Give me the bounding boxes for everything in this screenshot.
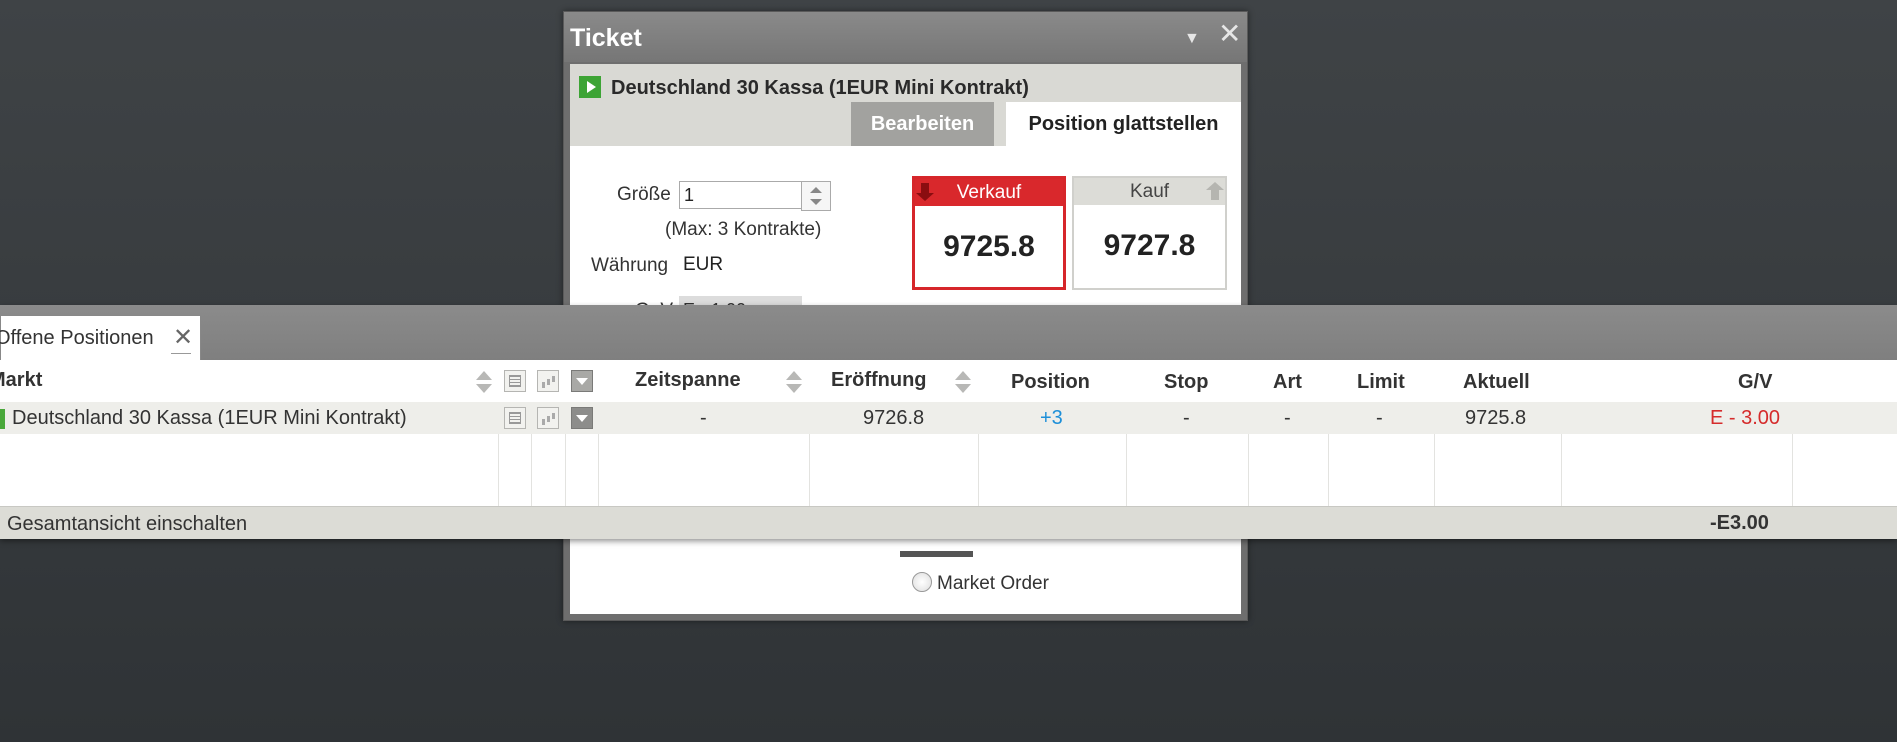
- currency-value: EUR: [683, 254, 724, 275]
- row-stop: -: [1183, 407, 1190, 429]
- positions-footer: Gesamtansicht einschalten -E3.00: [0, 506, 1897, 539]
- tab-close-position[interactable]: Position glattstellen: [1006, 102, 1241, 146]
- row-type: -: [1284, 407, 1291, 429]
- col-header-market[interactable]: Markt: [0, 369, 42, 392]
- market-order-radio[interactable]: [912, 572, 932, 592]
- total-pl: -E3.00: [1710, 512, 1769, 534]
- buy-button[interactable]: Kauf 9727.8: [1072, 176, 1227, 290]
- play-icon[interactable]: [579, 76, 601, 98]
- chevron-down-icon[interactable]: [571, 407, 593, 429]
- col-header-position[interactable]: Position: [1011, 371, 1090, 394]
- close-icon[interactable]: ✕: [1218, 20, 1241, 48]
- tab-open-positions-label: Offene Positionen: [0, 327, 154, 349]
- table-header: Markt Zeitspanne Eröffnung Position Stop…: [0, 360, 1897, 402]
- col-header-opening[interactable]: Eröffnung: [831, 369, 927, 392]
- sort-icon[interactable]: [955, 369, 971, 395]
- instrument-bar: Deutschland 30 Kassa (1EUR Mini Kontrakt…: [570, 64, 1241, 146]
- ticket-title: Ticket: [570, 24, 642, 52]
- toggle-total-view[interactable]: Gesamtansicht einschalten: [7, 513, 247, 536]
- instrument-name: Deutschland 30 Kassa (1EUR Mini Kontrakt…: [611, 77, 1029, 99]
- col-header-type[interactable]: Art: [1273, 371, 1302, 394]
- partially-hidden-control: [900, 551, 973, 557]
- table-row[interactable]: Deutschland 30 Kassa (1EUR Mini Kontrakt…: [0, 402, 1897, 434]
- row-limit: -: [1376, 407, 1383, 429]
- size-input[interactable]: 1: [679, 181, 805, 209]
- row-position-link[interactable]: +3: [1040, 407, 1063, 430]
- chart-icon[interactable]: [537, 370, 559, 392]
- col-header-timespan[interactable]: Zeitspanne: [635, 369, 741, 392]
- col-header-stop[interactable]: Stop: [1164, 371, 1208, 394]
- size-label: Größe: [617, 184, 671, 205]
- row-timespan: -: [700, 407, 707, 429]
- market-order-label: Market Order: [937, 573, 1049, 594]
- news-icon[interactable]: [504, 407, 526, 429]
- row-opening: 9726.8: [863, 407, 925, 429]
- currency-label: Währung: [591, 255, 669, 276]
- row-pl: E - 3.00: [1710, 407, 1781, 429]
- col-header-limit[interactable]: Limit: [1357, 371, 1405, 394]
- chart-icon[interactable]: [537, 407, 559, 429]
- sort-icon[interactable]: [476, 369, 492, 395]
- sort-icon[interactable]: [786, 369, 802, 395]
- buy-label: Kauf: [1129, 181, 1170, 202]
- col-header-current[interactable]: Aktuell: [1463, 371, 1530, 394]
- row-market[interactable]: Deutschland 30 Kassa (1EUR Mini Kontrakt…: [12, 407, 407, 430]
- arrow-down-icon: [916, 183, 934, 201]
- positions-tabbar: Offene Positionen ✕: [0, 305, 1897, 360]
- close-icon[interactable]: ✕: [170, 323, 193, 354]
- market-order-option[interactable]: Market Order: [912, 572, 1049, 595]
- news-icon[interactable]: [504, 370, 526, 392]
- tab-edit[interactable]: Bearbeiten: [851, 102, 994, 146]
- positions-table: Markt Zeitspanne Eröffnung Position Stop…: [0, 360, 1897, 506]
- arrow-up-icon: [1206, 182, 1224, 200]
- col-header-pl[interactable]: G/V: [1738, 371, 1772, 394]
- buy-price: 9727.8: [1103, 229, 1196, 262]
- ticket-titlebar[interactable]: Ticket ▼ ✕: [564, 12, 1247, 62]
- max-size-hint: (Max: 3 Kontrakte): [665, 219, 822, 240]
- chevron-down-icon[interactable]: [571, 370, 593, 392]
- sell-label: Verkauf: [956, 182, 1022, 203]
- sell-header: Verkauf: [915, 179, 1063, 206]
- sell-button[interactable]: Verkauf 9725.8: [912, 176, 1066, 290]
- tab-open-positions[interactable]: Offene Positionen ✕: [0, 315, 201, 360]
- instrument-status-indicator: [0, 409, 5, 429]
- row-current: 9725.8: [1465, 407, 1527, 429]
- stepper-down-icon[interactable]: [810, 199, 822, 205]
- stepper-up-icon[interactable]: [810, 187, 822, 193]
- dropdown-icon[interactable]: ▼: [1184, 26, 1200, 52]
- buy-header: Kauf: [1074, 178, 1225, 205]
- sell-price: 9725.8: [943, 230, 1035, 263]
- open-positions-panel: Offene Positionen ✕ Markt Zeitspanne Erö…: [0, 305, 1897, 539]
- size-stepper[interactable]: [801, 181, 831, 211]
